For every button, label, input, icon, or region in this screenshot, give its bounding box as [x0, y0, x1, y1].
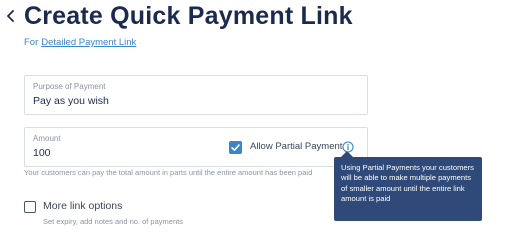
more-link-options-label[interactable]: More link options — [43, 200, 122, 212]
partial-payment-tooltip: Using Partial Payments your customers wi… — [334, 157, 482, 221]
more-link-options-hint: Set expiry, add notes and no. of payment… — [43, 217, 183, 226]
amount-field[interactable]: Amount 100 Allow Partial Payment — [24, 127, 368, 167]
detailed-payment-link[interactable]: Detailed Payment Link — [41, 37, 136, 48]
alternate-link-prefix: For — [24, 37, 39, 48]
more-link-options-checkbox[interactable] — [24, 201, 36, 213]
purpose-input[interactable]: Pay as you wish — [33, 95, 109, 107]
chevron-left-icon[interactable] — [6, 10, 15, 22]
amount-label: Amount — [33, 134, 61, 143]
page-title: Create Quick Payment Link — [24, 2, 353, 30]
purpose-label: Purpose of Payment — [33, 82, 106, 91]
allow-partial-payment-label: Allow Partial Payment — [250, 141, 343, 152]
alternate-link-row: For Detailed Payment Link — [24, 37, 136, 48]
amount-hint: Your customers can pay the total amount … — [24, 168, 313, 177]
purpose-field[interactable]: Purpose of Payment Pay as you wish — [24, 75, 368, 115]
allow-partial-payment-checkbox[interactable] — [229, 141, 242, 154]
amount-input[interactable]: 100 — [33, 147, 51, 159]
create-payment-link-page: Create Quick Payment Link For Detailed Pa… — [0, 0, 512, 248]
